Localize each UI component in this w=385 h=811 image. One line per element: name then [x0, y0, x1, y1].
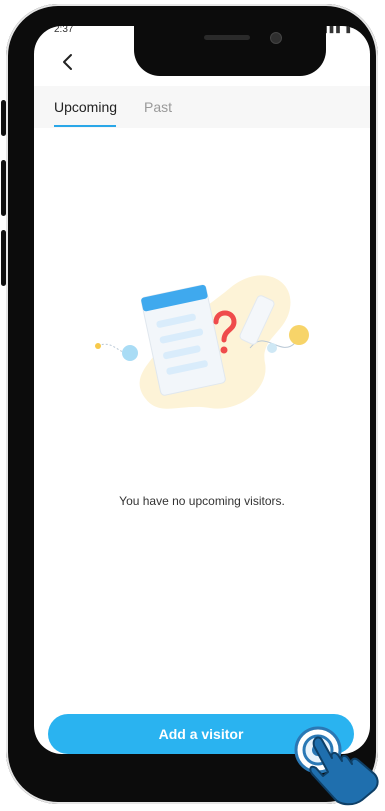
tab-past[interactable]: Past: [144, 99, 172, 115]
phone-notch: [134, 26, 326, 76]
front-camera: [270, 32, 282, 44]
tap-hand-icon: [294, 726, 379, 806]
active-tab-indicator: [54, 125, 116, 127]
speaker-grille: [204, 35, 250, 40]
empty-state-illustration: [95, 275, 309, 409]
phone-frame: 2:37 ▮▮▮ ▮ Visitors Upcoming Past: [6, 4, 378, 804]
app-screen: 2:37 ▮▮▮ ▮ Visitors Upcoming Past: [34, 26, 370, 754]
empty-state-message: You have no upcoming visitors.: [119, 494, 285, 508]
tab-bar: Upcoming Past: [34, 86, 370, 128]
status-icons: ▮▮▮ ▮: [322, 26, 352, 35]
tab-upcoming[interactable]: Upcoming: [54, 99, 117, 115]
status-time: 2:37: [54, 26, 74, 35]
